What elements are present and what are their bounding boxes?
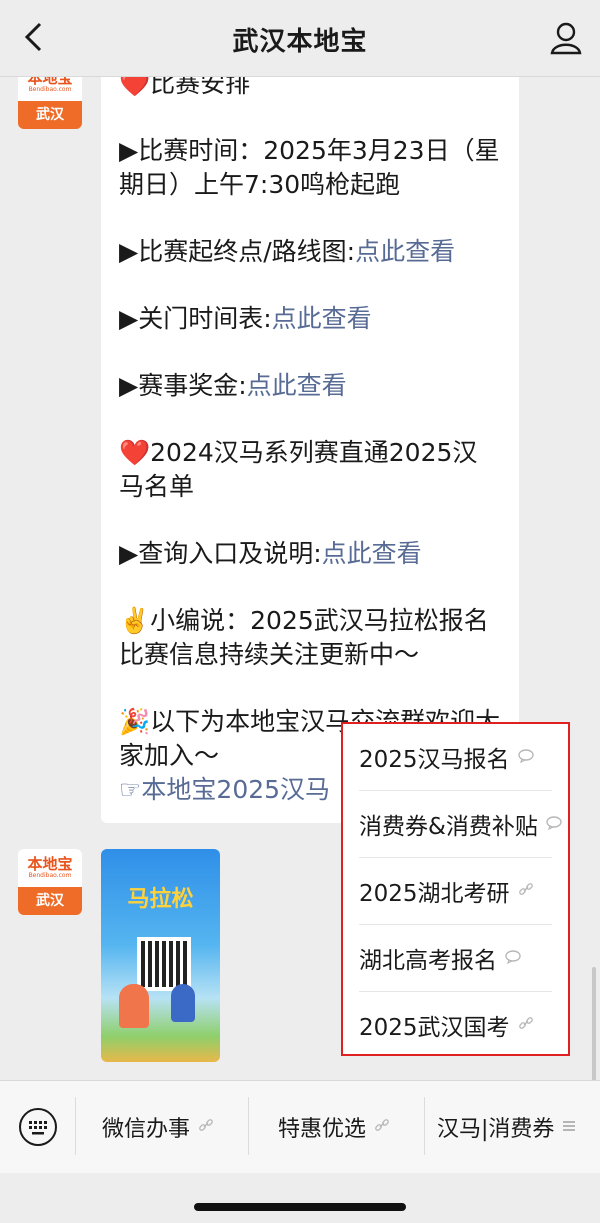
- home-indicator[interactable]: [194, 1203, 406, 1211]
- menu-item-deals[interactable]: 特惠优选: [278, 1081, 390, 1173]
- runner-illustration: [119, 984, 149, 1028]
- line-text: ▶关门时间表:: [119, 304, 272, 333]
- menu-item-marathon-coupons[interactable]: 汉马|消费券: [437, 1081, 576, 1173]
- menu-divider: [75, 1097, 76, 1155]
- message-line: ❤️2024汉马系列赛直通2025汉马名单: [119, 438, 478, 501]
- submenu-item-label: 消费券&消费补贴: [359, 814, 538, 840]
- page-title: 武汉本地宝: [232, 27, 368, 57]
- nav-header: 武汉本地宝: [0, 0, 600, 77]
- message-line: ▶查询入口及说明:点此查看: [119, 537, 501, 571]
- message-line: ▶比赛起终点/路线图:点此查看: [119, 235, 501, 269]
- account-avatar[interactable]: 本地宝 Bendibao.com 武汉: [18, 849, 82, 915]
- link-icon: [518, 1015, 534, 1035]
- avatar-domain-text: Bendibao.com: [28, 86, 72, 93]
- avatar-brand-text: 本地宝: [27, 855, 73, 873]
- line-text: ▶查询入口及说明:: [119, 539, 322, 568]
- account-menu-bar: 微信办事 特惠优选 汉马|消费券: [0, 1080, 600, 1173]
- submenu-item-label: 2025汉马报名: [359, 747, 510, 773]
- avatar-city-text: 武汉: [18, 887, 82, 915]
- view-link[interactable]: 点此查看: [247, 371, 347, 400]
- submenu-popup: 2025汉马报名 消费券&消费补贴 2025湖北考研 湖北高考报名 2025武汉…: [341, 722, 570, 1056]
- view-link[interactable]: 点此查看: [355, 237, 455, 266]
- menu-item-label: 汉马|消费券: [437, 1117, 555, 1142]
- view-link[interactable]: 点此查看: [272, 304, 372, 333]
- submenu-item[interactable]: 消费券&消费补贴: [359, 791, 562, 858]
- keyboard-icon[interactable]: [18, 1107, 58, 1147]
- marathon-poster-image[interactable]: 马拉松: [101, 849, 220, 1062]
- submenu-item[interactable]: 湖北高考报名: [359, 925, 552, 992]
- profile-icon[interactable]: [548, 20, 584, 56]
- message-line: ▶赛事奖金:点此查看: [119, 369, 501, 403]
- avatar-brand-text: 本地宝: [27, 77, 73, 87]
- menu-divider: [248, 1097, 249, 1155]
- link-icon: [374, 1117, 390, 1137]
- view-link[interactable]: 点此查看: [322, 539, 422, 568]
- line-text: ▶比赛起终点/路线图:: [119, 237, 356, 266]
- message-line: ▶关门时间表:点此查看: [119, 302, 501, 336]
- submenu-item-label: 湖北高考报名: [359, 948, 497, 974]
- submenu-item[interactable]: 2025湖北考研: [359, 858, 552, 925]
- message-line: ❤️比赛安排: [119, 77, 251, 98]
- scrollbar[interactable]: [592, 967, 596, 1080]
- poster-title: 马拉松: [127, 887, 194, 912]
- link-icon: [518, 881, 534, 901]
- avatar-city-text: 武汉: [18, 101, 82, 129]
- menu-divider: [424, 1097, 425, 1155]
- submenu-item-label: 2025武汉国考: [359, 1015, 510, 1041]
- runner-illustration: [171, 984, 195, 1022]
- account-avatar[interactable]: 本地宝 Bendibao.com 武汉: [18, 77, 82, 129]
- avatar-domain-text: Bendibao.com: [28, 872, 72, 879]
- menu-item-wechat-services[interactable]: 微信办事: [102, 1081, 214, 1173]
- chat-bubble-icon: [546, 815, 562, 834]
- menu-item-label: 微信办事: [102, 1117, 191, 1142]
- chat-bubble-icon: [517, 748, 534, 767]
- qr-code-image: [137, 937, 191, 991]
- submenu-item[interactable]: 2025汉马报名: [359, 724, 552, 791]
- chat-bubble-icon: [505, 949, 521, 968]
- submenu-item-label: 2025湖北考研: [359, 881, 510, 907]
- message-bubble: ❤️比赛安排 ▶比赛时间：2025年3月23日（星期日）上午7:30鸣枪起跑 ▶…: [101, 77, 519, 823]
- message-line: ✌️小编说：2025武汉马拉松报名比赛信息持续关注更新中～: [119, 606, 489, 669]
- menu-lines-icon: [562, 1118, 576, 1137]
- submenu-item[interactable]: 2025武汉国考: [359, 992, 552, 1058]
- link-icon: [198, 1117, 214, 1137]
- menu-item-label: 特惠优选: [278, 1117, 367, 1142]
- message-line: ▶比赛时间：2025年3月23日（星期日）上午7:30鸣枪起跑: [119, 136, 500, 199]
- line-text: ▶赛事奖金:: [119, 371, 247, 400]
